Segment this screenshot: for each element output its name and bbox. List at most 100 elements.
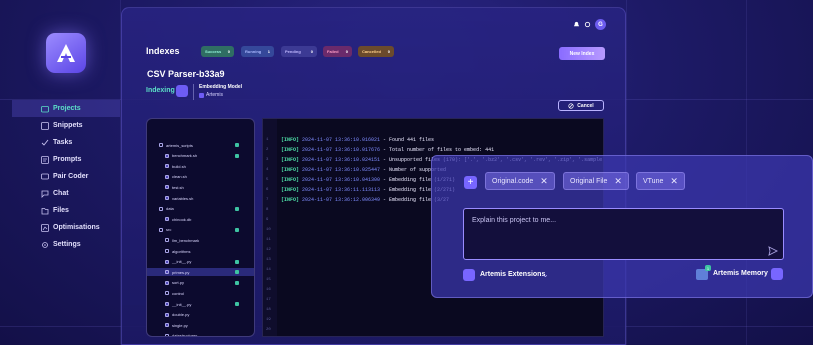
context-chip[interactable]: Original.code ✕ xyxy=(485,172,555,190)
checked-checkbox[interactable] xyxy=(235,227,239,232)
log-line: [INFO] 2024-11-07 13:36:10.017676 - Tota… xyxy=(281,147,494,153)
chip-label: Original.code xyxy=(492,177,534,185)
tree-file[interactable]: __init__.py xyxy=(147,300,254,308)
cancel-button[interactable]: Cancel xyxy=(558,100,604,111)
tree-file[interactable]: sort.py xyxy=(147,279,254,287)
tree-file[interactable]: benchmark.sh xyxy=(147,152,254,160)
status-badge-success[interactable]: Success 0 xyxy=(201,46,234,57)
extensions-dropdown[interactable]: Artemis Extensions xyxy=(480,271,545,278)
status-badge-running[interactable]: Running 1 xyxy=(241,46,274,57)
sidebar-item-snippets[interactable]: Snippets xyxy=(12,117,120,134)
snippet-icon xyxy=(41,121,49,130)
tree-item-label: benchmark.sh xyxy=(172,153,198,159)
add-context-button[interactable]: + xyxy=(464,176,477,189)
context-chip[interactable]: Original File ✕ xyxy=(563,172,629,190)
checked-checkbox[interactable] xyxy=(235,143,239,147)
sidebar-item-files[interactable]: Files xyxy=(12,202,120,219)
sidebar-item-settings[interactable]: Settings xyxy=(12,236,120,253)
artemis-logo-icon[interactable] xyxy=(46,33,86,73)
line-number: 6 xyxy=(266,188,269,192)
badge-count: 0 xyxy=(310,49,313,54)
tree-folder[interactable]: control xyxy=(147,289,254,297)
tree-file[interactable]: primes.py xyxy=(147,268,254,277)
tree-folder[interactable]: algorithms xyxy=(147,247,254,255)
badge-count: 0 xyxy=(345,49,348,54)
folder-icon xyxy=(165,249,169,253)
log-line: [INFO] 2024-11-07 13:36:11.113113 - Embe… xyxy=(281,187,455,193)
tree-item-label: sort.py xyxy=(172,280,185,286)
settings-icon xyxy=(42,241,48,248)
line-number: 10 xyxy=(266,228,271,232)
extensions-icon xyxy=(463,269,475,281)
status-badge-cancelled[interactable]: Cancelled 0 xyxy=(358,46,394,57)
tree-folder[interactable]: datastructures xyxy=(147,332,254,336)
line-number: 14 xyxy=(266,268,271,272)
new-index-button[interactable]: New Index xyxy=(559,47,605,60)
log-timestamp: 2024-11-07 13:36:10.024151 xyxy=(302,157,381,163)
file-icon xyxy=(165,196,169,200)
line-number: 16 xyxy=(266,288,271,292)
tree-folder[interactable]: data xyxy=(147,205,254,213)
tree-file[interactable]: double.py xyxy=(147,311,254,319)
folder-icon xyxy=(159,206,163,211)
sidebar-item-label: Prompts xyxy=(53,156,82,163)
sidebar-item-prompts[interactable]: Prompts xyxy=(12,151,120,168)
log-timestamp: 2024-11-07 13:36:10.041300 xyxy=(302,177,381,183)
tree-folder[interactable]: src xyxy=(147,226,254,234)
status-badge-pending[interactable]: Pending 0 xyxy=(281,46,317,57)
folder-icon xyxy=(41,105,49,112)
tree-file[interactable]: __init__.py xyxy=(147,258,254,266)
tasks-icon xyxy=(41,139,49,146)
memory-toggle-button[interactable] xyxy=(771,268,783,280)
chat-icon xyxy=(41,190,49,198)
avatar[interactable]: G xyxy=(595,19,606,30)
file-tree[interactable]: artemis_scripts benchmark.sh build.sh clean… xyxy=(146,118,255,337)
sidebar-item-optimisations[interactable]: Optimisations xyxy=(12,219,120,236)
tree-item-label: algorithms xyxy=(172,248,191,254)
prompts-icon xyxy=(41,155,49,164)
gear-icon[interactable] xyxy=(584,21,591,28)
file-icon xyxy=(165,217,169,222)
log-level: [INFO] xyxy=(281,177,300,183)
checked-checkbox[interactable] xyxy=(235,302,239,306)
line-number: 8 xyxy=(266,208,269,212)
file-icon xyxy=(165,323,169,328)
log-level: [INFO] xyxy=(281,187,300,193)
log-timestamp: 2024-11-07 13:36:10.017676 xyxy=(302,147,381,153)
checked-checkbox[interactable] xyxy=(235,153,239,158)
sidebar-item-tasks[interactable]: Tasks xyxy=(12,134,120,151)
tree-item-label: control xyxy=(172,290,185,296)
context-chip[interactable]: VTune ✕ xyxy=(636,172,685,190)
tree-file[interactable]: build.sh xyxy=(147,162,254,170)
checked-checkbox[interactable] xyxy=(235,270,239,275)
log-level: [INFO] xyxy=(281,147,300,153)
embedding-model-label: Embedding Model xyxy=(199,84,243,90)
log-timestamp: 2024-11-07 13:36:11.113113 xyxy=(302,187,381,193)
notification-icon[interactable] xyxy=(573,21,580,28)
checked-checkbox[interactable] xyxy=(235,206,239,211)
tree-file[interactable]: chinook.db xyxy=(147,215,254,223)
sidebar-item-label: Settings xyxy=(53,241,81,248)
checked-checkbox[interactable] xyxy=(235,280,239,285)
chevron-down-icon[interactable]: ⌄ xyxy=(542,270,549,279)
tree-file[interactable]: test.sh xyxy=(147,183,254,191)
tree-file[interactable]: single.py xyxy=(147,321,254,329)
send-icon[interactable] xyxy=(768,246,778,256)
tree-folder[interactable]: artemis_scripts xyxy=(147,141,254,149)
sidebar-item-chat[interactable]: Chat xyxy=(12,185,120,202)
close-icon[interactable]: ✕ xyxy=(540,176,548,187)
tree-file[interactable]: variables.sh xyxy=(147,194,254,202)
sidebar-item-projects[interactable]: Projects xyxy=(12,100,120,117)
chat-input[interactable]: Explain this project to me... xyxy=(463,208,784,260)
close-icon[interactable]: ✕ xyxy=(670,176,678,187)
status-badge-failed[interactable]: Failed 0 xyxy=(323,46,352,57)
memory-count-badge: 1 xyxy=(705,265,711,271)
line-number: 1 xyxy=(266,138,269,142)
sidebar-item-pair-coder[interactable]: Pair Coder xyxy=(12,168,120,185)
close-icon[interactable]: ✕ xyxy=(614,176,622,187)
page-title: Indexes xyxy=(146,46,180,56)
tree-file[interactable]: clean.sh xyxy=(147,173,254,181)
badge-label: Running xyxy=(245,49,262,54)
tree-folder[interactable]: llm_benchmark xyxy=(147,236,254,244)
checked-checkbox[interactable] xyxy=(235,259,239,264)
